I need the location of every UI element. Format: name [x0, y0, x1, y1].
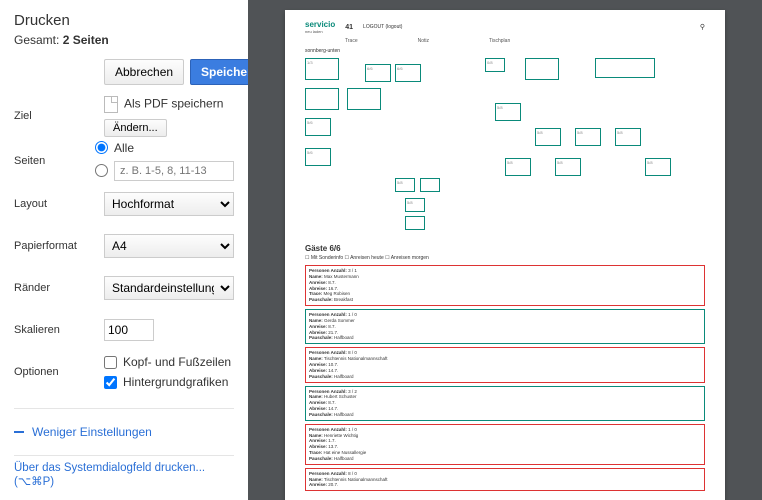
floor-plan: 1/36/66/60/85/85/65/85/85/85/65/85/85/85…: [305, 58, 705, 238]
scale-input[interactable]: [104, 319, 154, 341]
guest-box: Personen Anzahl: 1 / 0Name: Gerda Sommer…: [305, 309, 705, 344]
table-box: 5/8: [505, 158, 531, 176]
preview-header-num: 41: [345, 24, 353, 31]
change-dest-button[interactable]: Ändern...: [104, 119, 167, 137]
guest-box: Personen Anzahl: 3 / 1Name: Max Musterma…: [305, 265, 705, 306]
divider: [14, 408, 234, 409]
guest-box: Personen Anzahl: 1 / 0Name: Henriette Wi…: [305, 424, 705, 465]
header-footer-check[interactable]: Kopf- und Fußzeilen: [104, 355, 234, 369]
pages-all-radio[interactable]: Alle: [95, 141, 234, 155]
options-label: Optionen: [14, 366, 104, 378]
guest-box: Personen Anzahl: 8 / 0Name: Tischtennis …: [305, 347, 705, 382]
minus-icon: [14, 431, 24, 433]
search-icon: ⚲: [700, 23, 705, 31]
dest-value: Als PDF speichern: [104, 96, 234, 113]
pdf-icon: [104, 96, 118, 113]
dialog-title: Drucken: [14, 12, 234, 29]
table-box: 5/6: [305, 118, 331, 136]
table-box: 5/6: [305, 148, 331, 166]
print-preview-page: servicio neu laden 41 LOGOUT (logout) ⚲ …: [285, 10, 725, 500]
guests-title: Gäste 6/6: [305, 244, 705, 253]
dest-label: Ziel: [14, 110, 104, 122]
bg-graphics-check[interactable]: Hintergrundgrafiken: [104, 375, 234, 389]
table-box: 1/3: [305, 58, 339, 80]
system-dialog-link[interactable]: Über das Systemdialogfeld drucken... (⌥⌘…: [14, 462, 234, 488]
table-box: 6/6: [365, 64, 391, 82]
table-box: 5/8: [405, 198, 425, 212]
preview-area: servicio neu laden 41 LOGOUT (logout) ⚲ …: [248, 0, 762, 500]
table-box: 5/8: [645, 158, 671, 176]
pages-range-input[interactable]: [114, 161, 234, 181]
table-box: 5/8: [615, 128, 641, 146]
scale-label: Skalieren: [14, 324, 104, 336]
divider: [14, 455, 234, 456]
paper-select[interactable]: A4: [104, 234, 234, 258]
print-sidebar: Drucken Gesamt: 2 Seiten Abbrechen Speic…: [0, 0, 248, 500]
table-box: 5/8: [555, 158, 581, 176]
pages-range-radio[interactable]: [95, 161, 234, 181]
cancel-button[interactable]: Abbrechen: [104, 59, 184, 85]
layout-select[interactable]: Hochformat: [104, 192, 234, 216]
preview-subunit: sonnberg-unten: [305, 48, 705, 54]
margins-label: Ränder: [14, 282, 104, 294]
guest-box: Personen Anzahl: 3 / 2Name: Hubert Schus…: [305, 386, 705, 421]
paper-label: Papierformat: [14, 240, 104, 252]
preview-logout: LOGOUT (logout): [363, 24, 402, 30]
table-box: 5/8: [575, 128, 601, 146]
table-box: 6/6: [395, 64, 421, 82]
margins-select[interactable]: Standardeinstellung: [104, 276, 234, 300]
total-line: Gesamt: 2 Seiten: [14, 33, 234, 47]
guests-list: Personen Anzahl: 3 / 1Name: Max Musterma…: [305, 265, 705, 491]
pages-label: Seiten: [14, 155, 95, 167]
table-box: [525, 58, 559, 80]
table-box: 5/8: [535, 128, 561, 146]
table-box: [347, 88, 381, 110]
table-box: [305, 88, 339, 110]
preview-logo: servicio neu laden: [305, 20, 335, 34]
guest-box: Personen Anzahl: 8 / 0Name: Tischtennis …: [305, 468, 705, 492]
table-box: 5/8: [495, 103, 521, 121]
guests-filter: ☐ Mit Sonderinfo ☐ Anreisen heute ☐ Anre…: [305, 255, 705, 261]
table-box: 0/8: [485, 58, 505, 72]
action-row: Abbrechen Speichern: [104, 59, 234, 85]
table-box: 5/8: [395, 178, 415, 192]
table-box: [405, 216, 425, 230]
less-settings-link[interactable]: Weniger Einstellungen: [14, 425, 234, 439]
layout-label: Layout: [14, 198, 104, 210]
table-box: [420, 178, 440, 192]
preview-nav: Trace Notiz Tischplan: [345, 38, 705, 44]
table-box: [595, 58, 655, 78]
